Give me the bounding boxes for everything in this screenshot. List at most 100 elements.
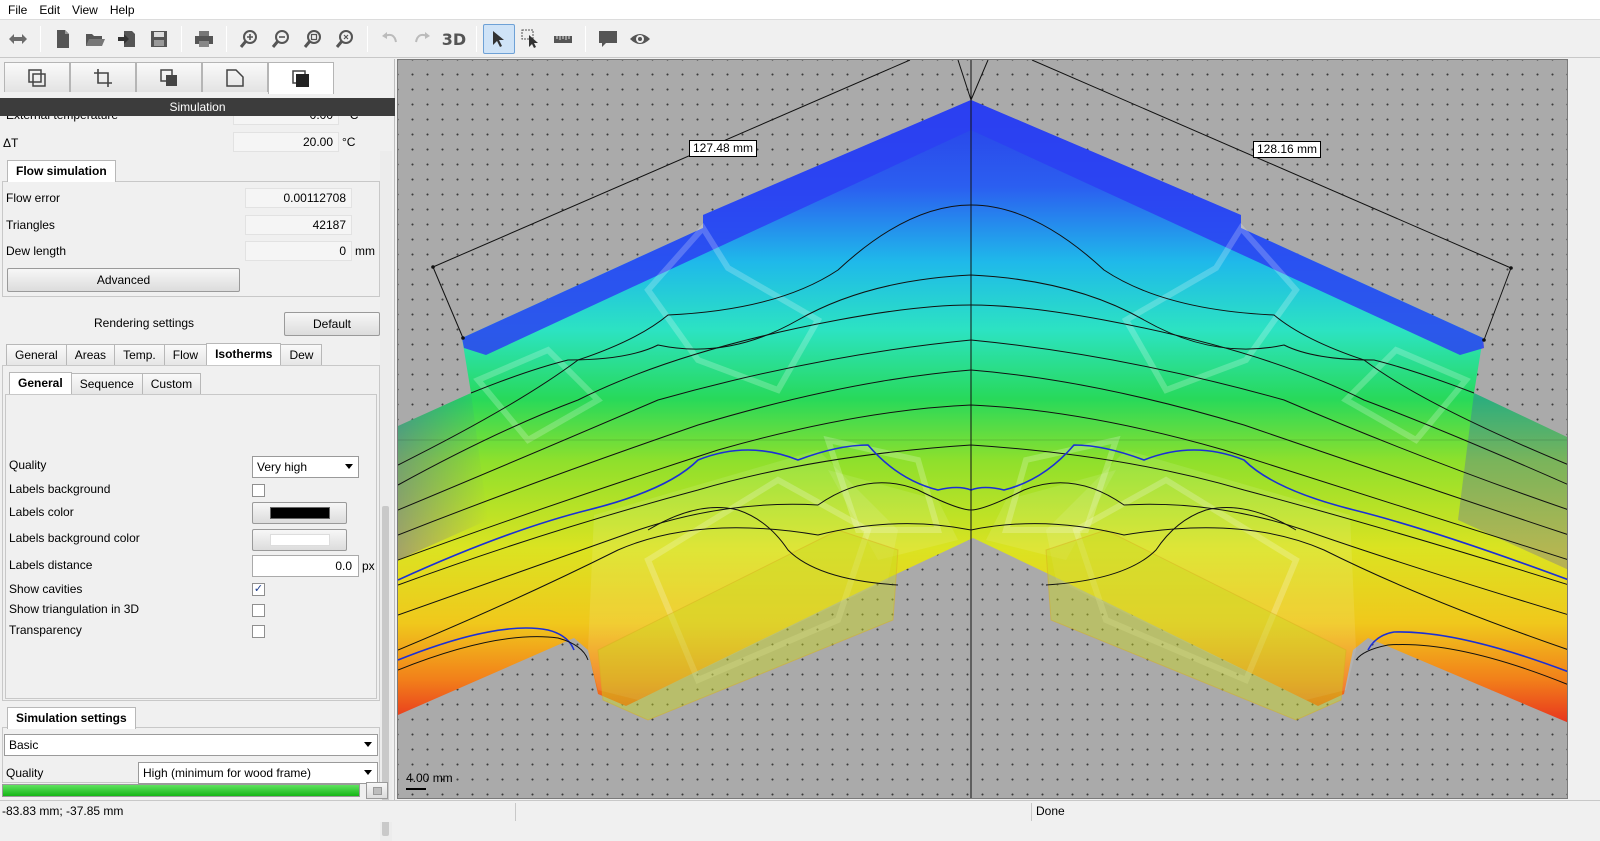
materials-icon	[160, 68, 177, 86]
tab-areas[interactable]: Areas	[65, 344, 116, 365]
quality-select-value: Very high	[257, 460, 308, 474]
stop-simulation-button[interactable]	[366, 782, 388, 799]
labels-distance-unit: px	[362, 559, 375, 573]
mode-tabs	[4, 62, 334, 94]
simulation-quality-value: High (minimum for wood frame)	[143, 766, 312, 780]
subtab-sequence[interactable]: Sequence	[70, 373, 143, 394]
thermal-plot	[398, 60, 1567, 798]
labels-background-color-swatch	[269, 534, 330, 546]
save-icon[interactable]	[143, 24, 175, 54]
boundary-icon	[226, 68, 244, 87]
advanced-button[interactable]: Advanced	[7, 268, 240, 292]
status-divider	[1031, 803, 1032, 821]
left-panel: Simulation External temperature 0.00 °C …	[0, 59, 395, 841]
subtab-custom[interactable]: Custom	[141, 373, 202, 394]
chevron-down-icon	[364, 742, 372, 747]
3d-label: 3D	[441, 29, 467, 49]
labels-background-checkbox[interactable]	[252, 484, 265, 497]
external-temperature-value: 0.00	[233, 116, 339, 125]
toolbar-separator	[40, 26, 41, 52]
dew-length-label: Dew length	[6, 244, 67, 258]
simulation-quality-select[interactable]: High (minimum for wood frame)	[138, 762, 378, 784]
quality-select[interactable]: Very high	[252, 456, 359, 478]
zoom-window-icon[interactable]	[329, 24, 361, 54]
subtab-general[interactable]: General	[9, 372, 72, 394]
print-icon[interactable]	[188, 24, 220, 54]
mode-tab-materials[interactable]	[136, 62, 202, 92]
menu-help[interactable]: Help	[104, 3, 141, 17]
zoom-out-icon[interactable]	[265, 24, 297, 54]
show-triangulation-checkbox[interactable]	[252, 604, 265, 617]
toolbar-separator	[585, 26, 586, 52]
menu-edit[interactable]: Edit	[33, 3, 66, 17]
tab-temp[interactable]: Temp.	[114, 344, 165, 365]
dew-length-value: 0	[245, 241, 352, 261]
import-icon[interactable]	[111, 24, 143, 54]
simulation-mode-select[interactable]: Basic	[4, 734, 378, 756]
tab-general[interactable]: General	[6, 344, 67, 365]
swap-arrows-icon[interactable]	[2, 24, 34, 54]
tab-isotherms[interactable]: Isotherms	[206, 343, 282, 365]
toolbar-separator	[367, 26, 368, 52]
show-triangulation-label: Show triangulation in 3D	[9, 602, 140, 616]
undo-icon[interactable]	[374, 24, 406, 54]
redo-icon[interactable]	[406, 24, 438, 54]
labels-background-color-button[interactable]	[252, 529, 347, 551]
mode-tab-simulation[interactable]	[268, 62, 334, 94]
triangles-value: 42187	[245, 215, 352, 235]
show-cavities-label: Show cavities	[9, 582, 83, 596]
triangles-label: Triangles	[6, 218, 55, 232]
transparency-label: Transparency	[9, 623, 82, 637]
eye-icon[interactable]	[624, 24, 656, 54]
delta-t-value: 20.00	[233, 132, 339, 152]
show-cavities-checkbox[interactable]: ✓	[252, 583, 265, 596]
simulation-canvas[interactable]: 127.48 mm 128.16 mm 4.00 mm	[397, 59, 1568, 799]
mode-tab-geometry[interactable]	[4, 62, 70, 92]
cursor-coordinates: -83.83 mm; -37.85 mm	[2, 804, 124, 818]
mode-tab-boundary[interactable]	[202, 62, 268, 92]
dew-length-unit: mm	[355, 244, 375, 258]
labels-color-button[interactable]	[252, 502, 347, 524]
rendering-settings-label: Rendering settings	[94, 316, 195, 330]
geometry-icon	[28, 68, 46, 87]
mode-tab-crop[interactable]	[70, 62, 136, 92]
simulation-settings-tab: Simulation settings	[7, 707, 136, 729]
3d-icon[interactable]: 3D	[438, 24, 470, 54]
tab-flow[interactable]: Flow	[163, 344, 208, 365]
measure-icon[interactable]	[547, 24, 579, 54]
labels-distance-input[interactable]: 0.0	[252, 555, 359, 577]
comment-icon[interactable]	[592, 24, 624, 54]
external-temperature-label: External temperature	[6, 116, 118, 126]
simulation-header: Simulation	[0, 98, 395, 116]
rendering-tabs: General Areas Temp. Flow Isotherms Dew	[6, 343, 323, 365]
external-temperature-unit: °C	[345, 116, 358, 125]
menu-view[interactable]: View	[66, 3, 104, 17]
chevron-down-icon	[364, 770, 372, 775]
zoom-fit-icon[interactable]	[297, 24, 329, 54]
labels-color-swatch	[269, 507, 330, 519]
simulation-icon	[292, 69, 309, 87]
select-icon[interactable]	[483, 24, 515, 54]
toolbar-separator	[226, 26, 227, 52]
status-text: Done	[1036, 804, 1065, 818]
simulation-quality-label: Quality	[6, 766, 44, 780]
labels-color-label: Labels color	[9, 505, 74, 519]
status-divider	[515, 803, 516, 821]
transparency-checkbox[interactable]	[252, 625, 265, 638]
chevron-down-icon	[345, 464, 353, 469]
left-panel-scrollbar[interactable]	[380, 151, 392, 841]
default-button[interactable]: Default	[284, 312, 380, 336]
dimension-label-left: 127.48 mm	[689, 140, 758, 157]
tab-dew[interactable]: Dew	[280, 344, 323, 365]
select-area-icon[interactable]	[515, 24, 547, 54]
zoom-in-icon[interactable]	[233, 24, 265, 54]
open-folder-icon[interactable]	[79, 24, 111, 54]
flow-error-label: Flow error	[6, 191, 61, 205]
new-file-icon[interactable]	[47, 24, 79, 54]
simulation-progress-bar	[2, 784, 360, 797]
menu-file[interactable]: File	[2, 3, 33, 17]
toolbar-separator	[181, 26, 182, 52]
isotherms-subtabs: General Sequence Custom	[9, 372, 202, 394]
delta-t-unit: °C	[342, 135, 356, 149]
crop-icon	[94, 68, 112, 87]
